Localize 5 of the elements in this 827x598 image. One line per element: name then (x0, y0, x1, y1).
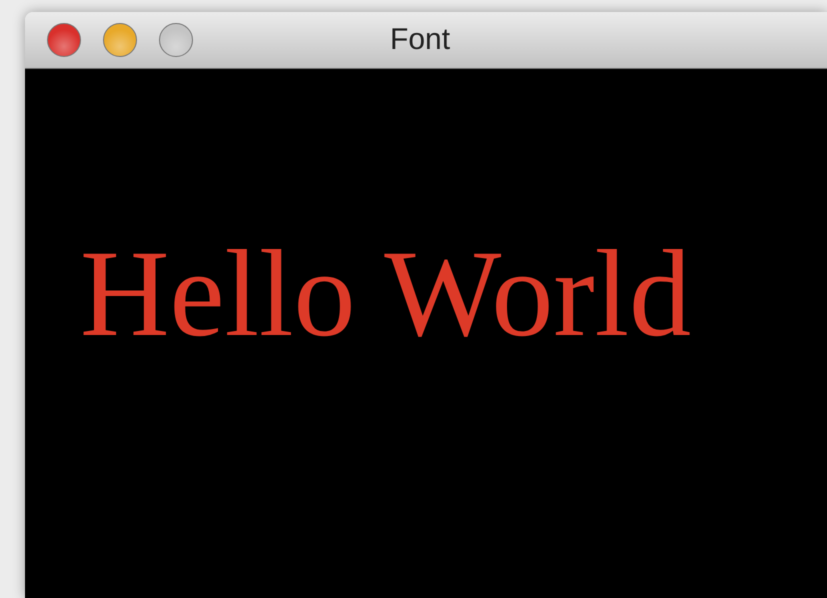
hello-text: Hello World (80, 225, 692, 362)
window-control-button[interactable] (159, 23, 193, 57)
window-control-button[interactable] (103, 23, 137, 57)
window-title: Font (390, 23, 450, 57)
window-control-button[interactable] (47, 23, 81, 57)
